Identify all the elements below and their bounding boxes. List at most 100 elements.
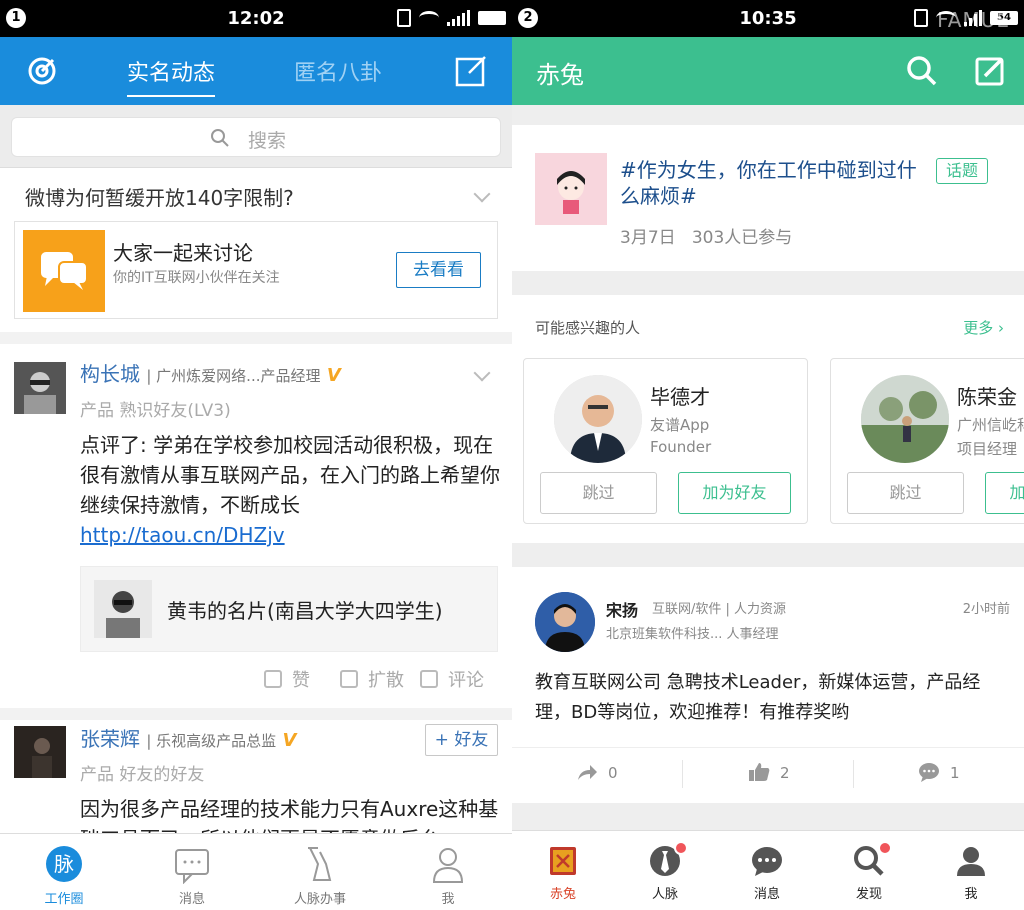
chitu-icon <box>550 847 576 875</box>
comment-count: 1 <box>950 764 960 782</box>
nav-chitu[interactable]: 赤兔 <box>512 831 614 910</box>
nav-label: 赤兔 <box>549 887 576 902</box>
nav-label: 人脉办事 <box>293 892 346 907</box>
nav-connections[interactable]: 人脉办事 <box>256 834 384 910</box>
topic-card-title: 大家一起来讨论 <box>113 241 253 265</box>
search-icon <box>211 129 229 147</box>
post-body: 因为很多产品经理的技术能力只有Auxre这种基础工具而已，所以他们更是不愿意做后… <box>80 797 499 833</box>
avatar[interactable] <box>535 592 595 652</box>
tab-anonymous[interactable]: 匿名八卦 <box>294 55 382 87</box>
nav-work-circle[interactable]: 脉 工作圈 <box>0 834 128 910</box>
spread-label: 扩散 <box>368 670 404 691</box>
topic-meta: 3月7日 303人已参与 <box>620 223 792 248</box>
verified-badge: V <box>326 365 341 386</box>
notification-dot <box>878 841 892 855</box>
topic-question[interactable]: 微博为何暂缓开放140字限制? <box>25 182 294 211</box>
comment-button[interactable]: 评论 <box>420 666 484 692</box>
wifi-icon <box>419 11 439 25</box>
post-time: 2小时前 <box>962 602 1010 617</box>
notification-dot <box>674 841 688 855</box>
status-bar: 1 12:02 <box>0 0 512 37</box>
nav-label: 人脉 <box>651 887 678 902</box>
comment-button[interactable]: 1 <box>918 762 960 782</box>
nav-label: 我 <box>964 887 978 902</box>
nav-label: 消息 <box>178 892 205 907</box>
radar-icon[interactable] <box>26 55 58 87</box>
person-company: 广州信屹科技 <box>957 416 1024 434</box>
nav-label: 我 <box>441 892 455 907</box>
nav-connections[interactable]: 人脉 <box>614 831 716 910</box>
topic-card[interactable]: #作为女生，你在工作中碰到过什么麻烦# 话题 3月7日 303人已参与 <box>512 125 1024 271</box>
post-author[interactable]: 构长城 | 广州炼爱网络...产品经理 V <box>80 358 341 387</box>
author-industry: 互联网/软件 | 人力资源 <box>652 602 787 617</box>
topic-participants: 303人已参与 <box>691 228 793 248</box>
topic-card[interactable]: 大家一起来讨论 你的IT互联网小伙伴在关注 去看看 <box>14 221 498 319</box>
tab-real-name[interactable]: 实名动态 <box>127 55 216 97</box>
nav-messages[interactable]: 消息 <box>128 834 256 910</box>
battery-icon <box>478 11 506 25</box>
author-org: | 乐视高级产品总监 <box>146 732 277 750</box>
search-icon[interactable] <box>906 55 938 87</box>
divider <box>853 760 854 788</box>
chevron-down-icon[interactable] <box>473 185 491 203</box>
status-icons <box>397 8 506 28</box>
me-icon <box>957 847 985 876</box>
author-name[interactable]: 宋扬 <box>606 597 638 621</box>
add-friend-button[interactable]: + 好友 <box>425 724 498 756</box>
top-bar: 赤兔 <box>512 37 1024 105</box>
nav-discover[interactable]: 发现 <box>818 831 920 910</box>
shared-avatar <box>94 580 152 638</box>
mai-icon: 脉 <box>46 846 82 882</box>
shared-card[interactable]: 黄韦的名片(南昌大学大四学生) <box>80 566 498 652</box>
go-see-button[interactable]: 去看看 <box>396 252 481 288</box>
nav-messages[interactable]: 消息 <box>716 831 818 910</box>
like-label: 赞 <box>292 670 310 691</box>
status-bar: 2 10:35 54 FAMUE <box>512 0 1024 37</box>
topic-date: 3月7日 <box>620 228 676 248</box>
add-friend-button[interactable]: 加为好友 <box>985 472 1024 514</box>
relation-label: 产品 熟识好友(LV3) <box>80 401 231 421</box>
person-name: 毕德才 <box>650 385 710 409</box>
person-title: Founder <box>650 438 712 456</box>
spread-button[interactable]: 扩散 <box>340 666 404 692</box>
skip-button[interactable]: 跳过 <box>540 472 657 514</box>
top-bar: 实名动态 匿名八卦 <box>0 37 512 105</box>
nav-me[interactable]: 我 <box>920 831 1022 910</box>
avatar[interactable] <box>14 362 66 414</box>
bottom-nav: 赤兔 人脉 消息 发现 我 <box>512 830 1024 910</box>
person-name: 陈荣金 <box>957 385 1017 409</box>
skip-button[interactable]: 跳过 <box>847 472 964 514</box>
avatar <box>861 375 949 463</box>
chevron-down-icon[interactable] <box>473 364 491 382</box>
person-icon <box>432 848 464 883</box>
edit-icon[interactable] <box>974 55 1006 87</box>
post-author[interactable]: 张荣辉 | 乐视高级产品总监 V <box>80 723 296 752</box>
divider <box>0 708 512 720</box>
topic-title[interactable]: #作为女生，你在工作中碰到过什么麻烦# <box>620 157 930 209</box>
like-button[interactable]: 2 <box>748 762 790 782</box>
compose-icon[interactable] <box>454 54 488 88</box>
post-body: 点评了: 学弟在学校参加校园活动很积极，现在很有激情从事互联网产品，在入门的路上… <box>80 430 500 550</box>
search-input[interactable]: 搜索 <box>11 117 501 157</box>
search-placeholder: 搜索 <box>248 130 287 152</box>
avatar[interactable] <box>14 726 66 778</box>
share-icon <box>340 670 358 688</box>
topic-card-subtitle: 你的IT互联网小伙伴在关注 <box>113 270 280 286</box>
more-link[interactable]: 更多 › <box>963 317 1004 338</box>
nav-me[interactable]: 我 <box>384 834 512 910</box>
watermark: FAMUE <box>937 8 1010 32</box>
bottom-nav: 脉 工作圈 消息 人脉办事 我 <box>0 833 512 910</box>
person-card[interactable]: 毕德才 友谱App Founder 跳过 加为好友 <box>523 358 808 524</box>
person-card[interactable]: 陈荣金 广州信屹科技 项目经理 跳过 加为好友 <box>830 358 1024 524</box>
shared-card-title: 黄韦的名片(南昌大学大四学生) <box>167 599 443 623</box>
post-link[interactable]: http://taou.cn/DHZjv <box>80 523 285 547</box>
add-friend-button[interactable]: 加为好友 <box>678 472 791 514</box>
flask-icon <box>308 847 332 881</box>
share-button[interactable]: 0 <box>576 762 618 782</box>
share-arrow-icon <box>578 765 597 780</box>
author-name: 构长城 <box>80 362 140 386</box>
feed: #作为女生，你在工作中碰到过什么麻烦# 话题 3月7日 303人已参与 可能感兴… <box>512 105 1024 830</box>
thumb-up-icon <box>749 763 770 781</box>
comment-bubble-icon <box>919 763 939 782</box>
like-button[interactable]: 赞 <box>264 666 310 692</box>
